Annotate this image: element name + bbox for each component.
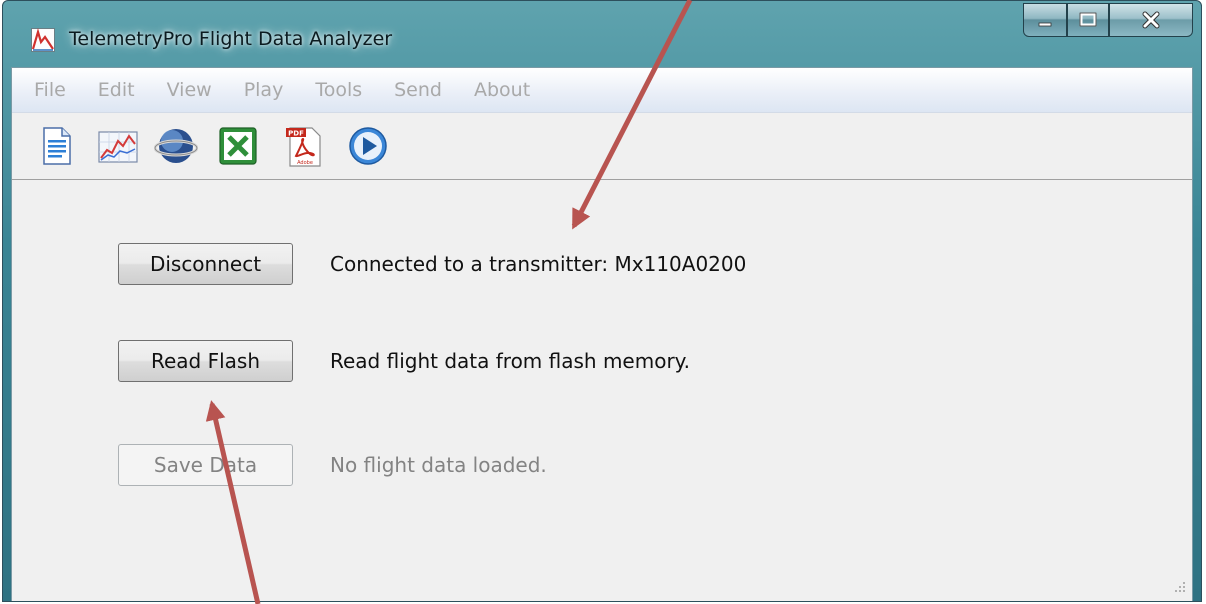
connection-status: Connected to a transmitter: Mx110A0200 [330,252,747,276]
title-bar[interactable]: TelemetryPro Flight Data Analyzer [3,1,1201,65]
read-flash-button[interactable]: Read Flash [118,340,293,382]
maximize-icon [1079,12,1097,27]
menu-bar: File Edit View Play Tools Send About [12,68,1192,113]
main-panel: Disconnect Connected to a transmitter: M… [12,180,1192,601]
client-area: File Edit View Play Tools Send About PDF… [11,67,1193,601]
pdf-badge-text: PDF [288,130,304,138]
minimize-button[interactable] [1023,3,1067,37]
excel-icon[interactable] [216,124,260,168]
menu-play[interactable]: Play [244,79,284,101]
save-data-button[interactable]: Save Data [118,444,293,486]
minimize-icon [1038,22,1052,27]
play-icon[interactable] [346,124,390,168]
close-button[interactable] [1109,3,1193,37]
disconnect-button[interactable]: Disconnect [118,243,293,285]
adobe-text: Adobe [297,160,313,166]
toolbar: PDF Adobe [12,113,1192,180]
read-flash-status: Read flight data from flash memory. [330,349,691,373]
app-window: TelemetryPro Flight Data Analyzer File E… [2,0,1202,602]
app-logo-icon [31,28,55,52]
window-title: TelemetryPro Flight Data Analyzer [69,28,393,50]
chart-icon[interactable] [96,124,140,168]
menu-tools[interactable]: Tools [315,79,362,101]
maximize-button[interactable] [1067,3,1109,37]
menu-send[interactable]: Send [394,79,442,101]
document-icon[interactable] [34,124,78,168]
menu-view[interactable]: View [167,79,212,101]
close-icon [1142,11,1160,29]
pdf-icon[interactable]: PDF Adobe [282,124,326,168]
resize-grip-icon[interactable] [1172,581,1186,595]
menu-about[interactable]: About [474,79,530,101]
save-data-status: No flight data loaded. [330,453,547,477]
globe-icon[interactable] [154,124,198,168]
menu-edit[interactable]: Edit [98,79,135,101]
menu-file[interactable]: File [34,79,66,101]
